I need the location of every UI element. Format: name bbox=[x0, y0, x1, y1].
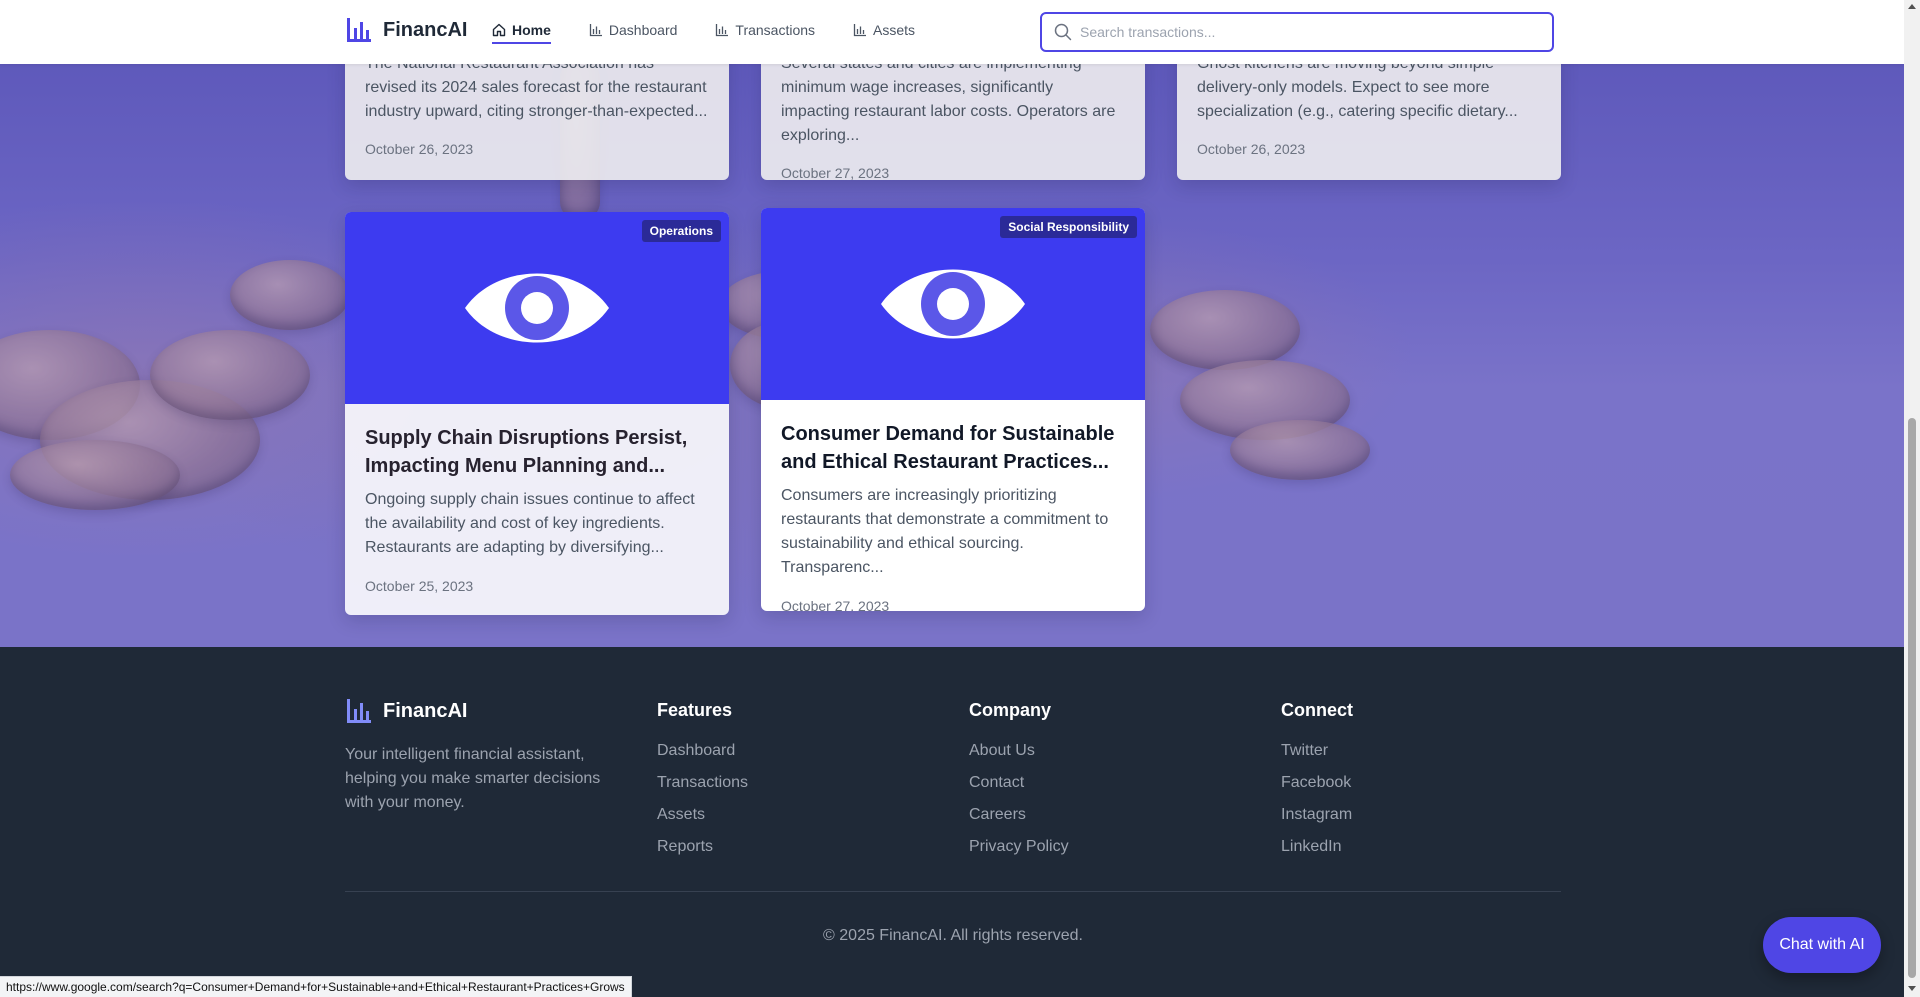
category-tag: Social Responsibility bbox=[1000, 216, 1137, 238]
footer-brand-name: FinancAI bbox=[383, 699, 468, 722]
article-date: October 27, 2023 bbox=[781, 598, 890, 611]
nav-dashboard[interactable]: Dashboard bbox=[589, 22, 678, 44]
bar-chart-logo-icon bbox=[347, 699, 371, 723]
link-status-url: https://www.google.com/search?q=Consumer… bbox=[0, 976, 632, 997]
copyright-text: © 2025 FinancAI. All rights reserved. bbox=[823, 927, 1083, 944]
article-description: Several states and cities are implementi… bbox=[781, 55, 1116, 144]
footer-column-title: Company bbox=[969, 700, 1052, 720]
search-box[interactable] bbox=[1040, 12, 1554, 52]
footer-link-instagram[interactable]: Instagram bbox=[1281, 799, 1353, 831]
article-image: Operations bbox=[345, 212, 729, 404]
footer-link-about[interactable]: About Us bbox=[969, 735, 1069, 767]
footer-column-features: Features Dashboard Transactions Assets R… bbox=[657, 700, 748, 863]
home-icon bbox=[492, 23, 506, 37]
coin-image bbox=[230, 260, 350, 330]
bar-chart-icon bbox=[853, 24, 867, 37]
search-icon bbox=[1054, 23, 1072, 41]
footer-link-facebook[interactable]: Facebook bbox=[1281, 767, 1353, 799]
bar-chart-icon bbox=[589, 24, 602, 37]
eye-icon bbox=[465, 273, 609, 343]
article-date: October 27, 2023 bbox=[781, 165, 890, 180]
coin-image bbox=[150, 330, 310, 420]
article-image: Social Responsibility bbox=[761, 208, 1145, 400]
nav-transactions[interactable]: Transactions bbox=[715, 22, 815, 44]
footer-link-careers[interactable]: Careers bbox=[969, 799, 1069, 831]
coin-image bbox=[1150, 290, 1300, 370]
footer-link-privacy[interactable]: Privacy Policy bbox=[969, 831, 1069, 863]
page-scrollbar[interactable] bbox=[1904, 0, 1920, 997]
chat-with-ai-button[interactable]: Chat with AI bbox=[1763, 917, 1881, 973]
scrollbar-thumb[interactable] bbox=[1908, 418, 1916, 978]
footer-link-twitter[interactable]: Twitter bbox=[1281, 735, 1353, 767]
main-nav: Home Dashboard Transactions Assets bbox=[492, 22, 953, 44]
footer-divider bbox=[345, 891, 1561, 892]
nav-dashboard-label: Dashboard bbox=[608, 22, 678, 38]
brand-logo[interactable]: FinancAI bbox=[345, 16, 467, 44]
footer-tagline: Your intelligent financial assistant, he… bbox=[345, 746, 601, 811]
nav-home-label: Home bbox=[512, 22, 551, 38]
article-card[interactable]: The National Restaurant Association has … bbox=[345, 47, 729, 180]
article-description: Ongoing supply chain issues continue to … bbox=[365, 491, 695, 556]
footer-column-title: Connect bbox=[1281, 700, 1353, 720]
coin-image bbox=[1230, 420, 1370, 480]
footer-link-transactions[interactable]: Transactions bbox=[657, 767, 748, 799]
article-card[interactable]: Several states and cities are implementi… bbox=[761, 47, 1145, 180]
footer-column-connect: Connect Twitter Facebook Instagram Linke… bbox=[1281, 700, 1353, 863]
scroll-up-arrow-icon[interactable] bbox=[1908, 4, 1916, 9]
footer-link-dashboard[interactable]: Dashboard bbox=[657, 735, 748, 767]
article-card[interactable]: Ghost kitchens are moving beyond simple … bbox=[1177, 47, 1561, 180]
article-title[interactable]: Consumer Demand for Sustainable and Ethi… bbox=[781, 420, 1125, 476]
search-input[interactable] bbox=[1080, 24, 1520, 40]
brand-name: FinancAI bbox=[383, 18, 468, 41]
eye-icon bbox=[881, 269, 1025, 339]
article-card[interactable]: Social Responsibility Consumer Demand fo… bbox=[761, 208, 1145, 611]
footer-link-assets[interactable]: Assets bbox=[657, 799, 748, 831]
nav-assets[interactable]: Assets bbox=[853, 22, 915, 44]
nav-home[interactable]: Home bbox=[492, 22, 551, 44]
bar-chart-icon bbox=[716, 24, 729, 37]
category-tag: Operations bbox=[641, 220, 721, 242]
article-date: October 26, 2023 bbox=[1197, 141, 1306, 157]
article-card[interactable]: Operations Supply Chain Disruptions Pers… bbox=[345, 212, 729, 615]
bar-chart-logo-icon bbox=[347, 18, 371, 42]
article-date: October 25, 2023 bbox=[365, 578, 474, 594]
footer-column-company: Company About Us Contact Careers Privacy… bbox=[969, 700, 1069, 863]
footer-link-linkedin[interactable]: LinkedIn bbox=[1281, 831, 1353, 863]
article-title[interactable]: Supply Chain Disruptions Persist, Impact… bbox=[365, 424, 709, 480]
nav-transactions-label: Transactions bbox=[735, 22, 816, 38]
article-date: October 26, 2023 bbox=[365, 141, 474, 157]
footer-brand[interactable]: FinancAI bbox=[345, 697, 467, 725]
top-navbar: FinancAI Home Dashboard Transactions Ass… bbox=[0, 0, 1904, 64]
coin-image bbox=[10, 440, 180, 510]
scroll-down-arrow-icon[interactable] bbox=[1908, 986, 1916, 991]
site-footer: FinancAI Your intelligent financial assi… bbox=[0, 647, 1904, 997]
nav-assets-label: Assets bbox=[873, 22, 916, 38]
footer-column-title: Features bbox=[657, 700, 733, 720]
footer-link-contact[interactable]: Contact bbox=[969, 767, 1069, 799]
article-description: Consumers are increasingly prioritizing … bbox=[781, 487, 1109, 576]
footer-link-reports[interactable]: Reports bbox=[657, 831, 748, 863]
